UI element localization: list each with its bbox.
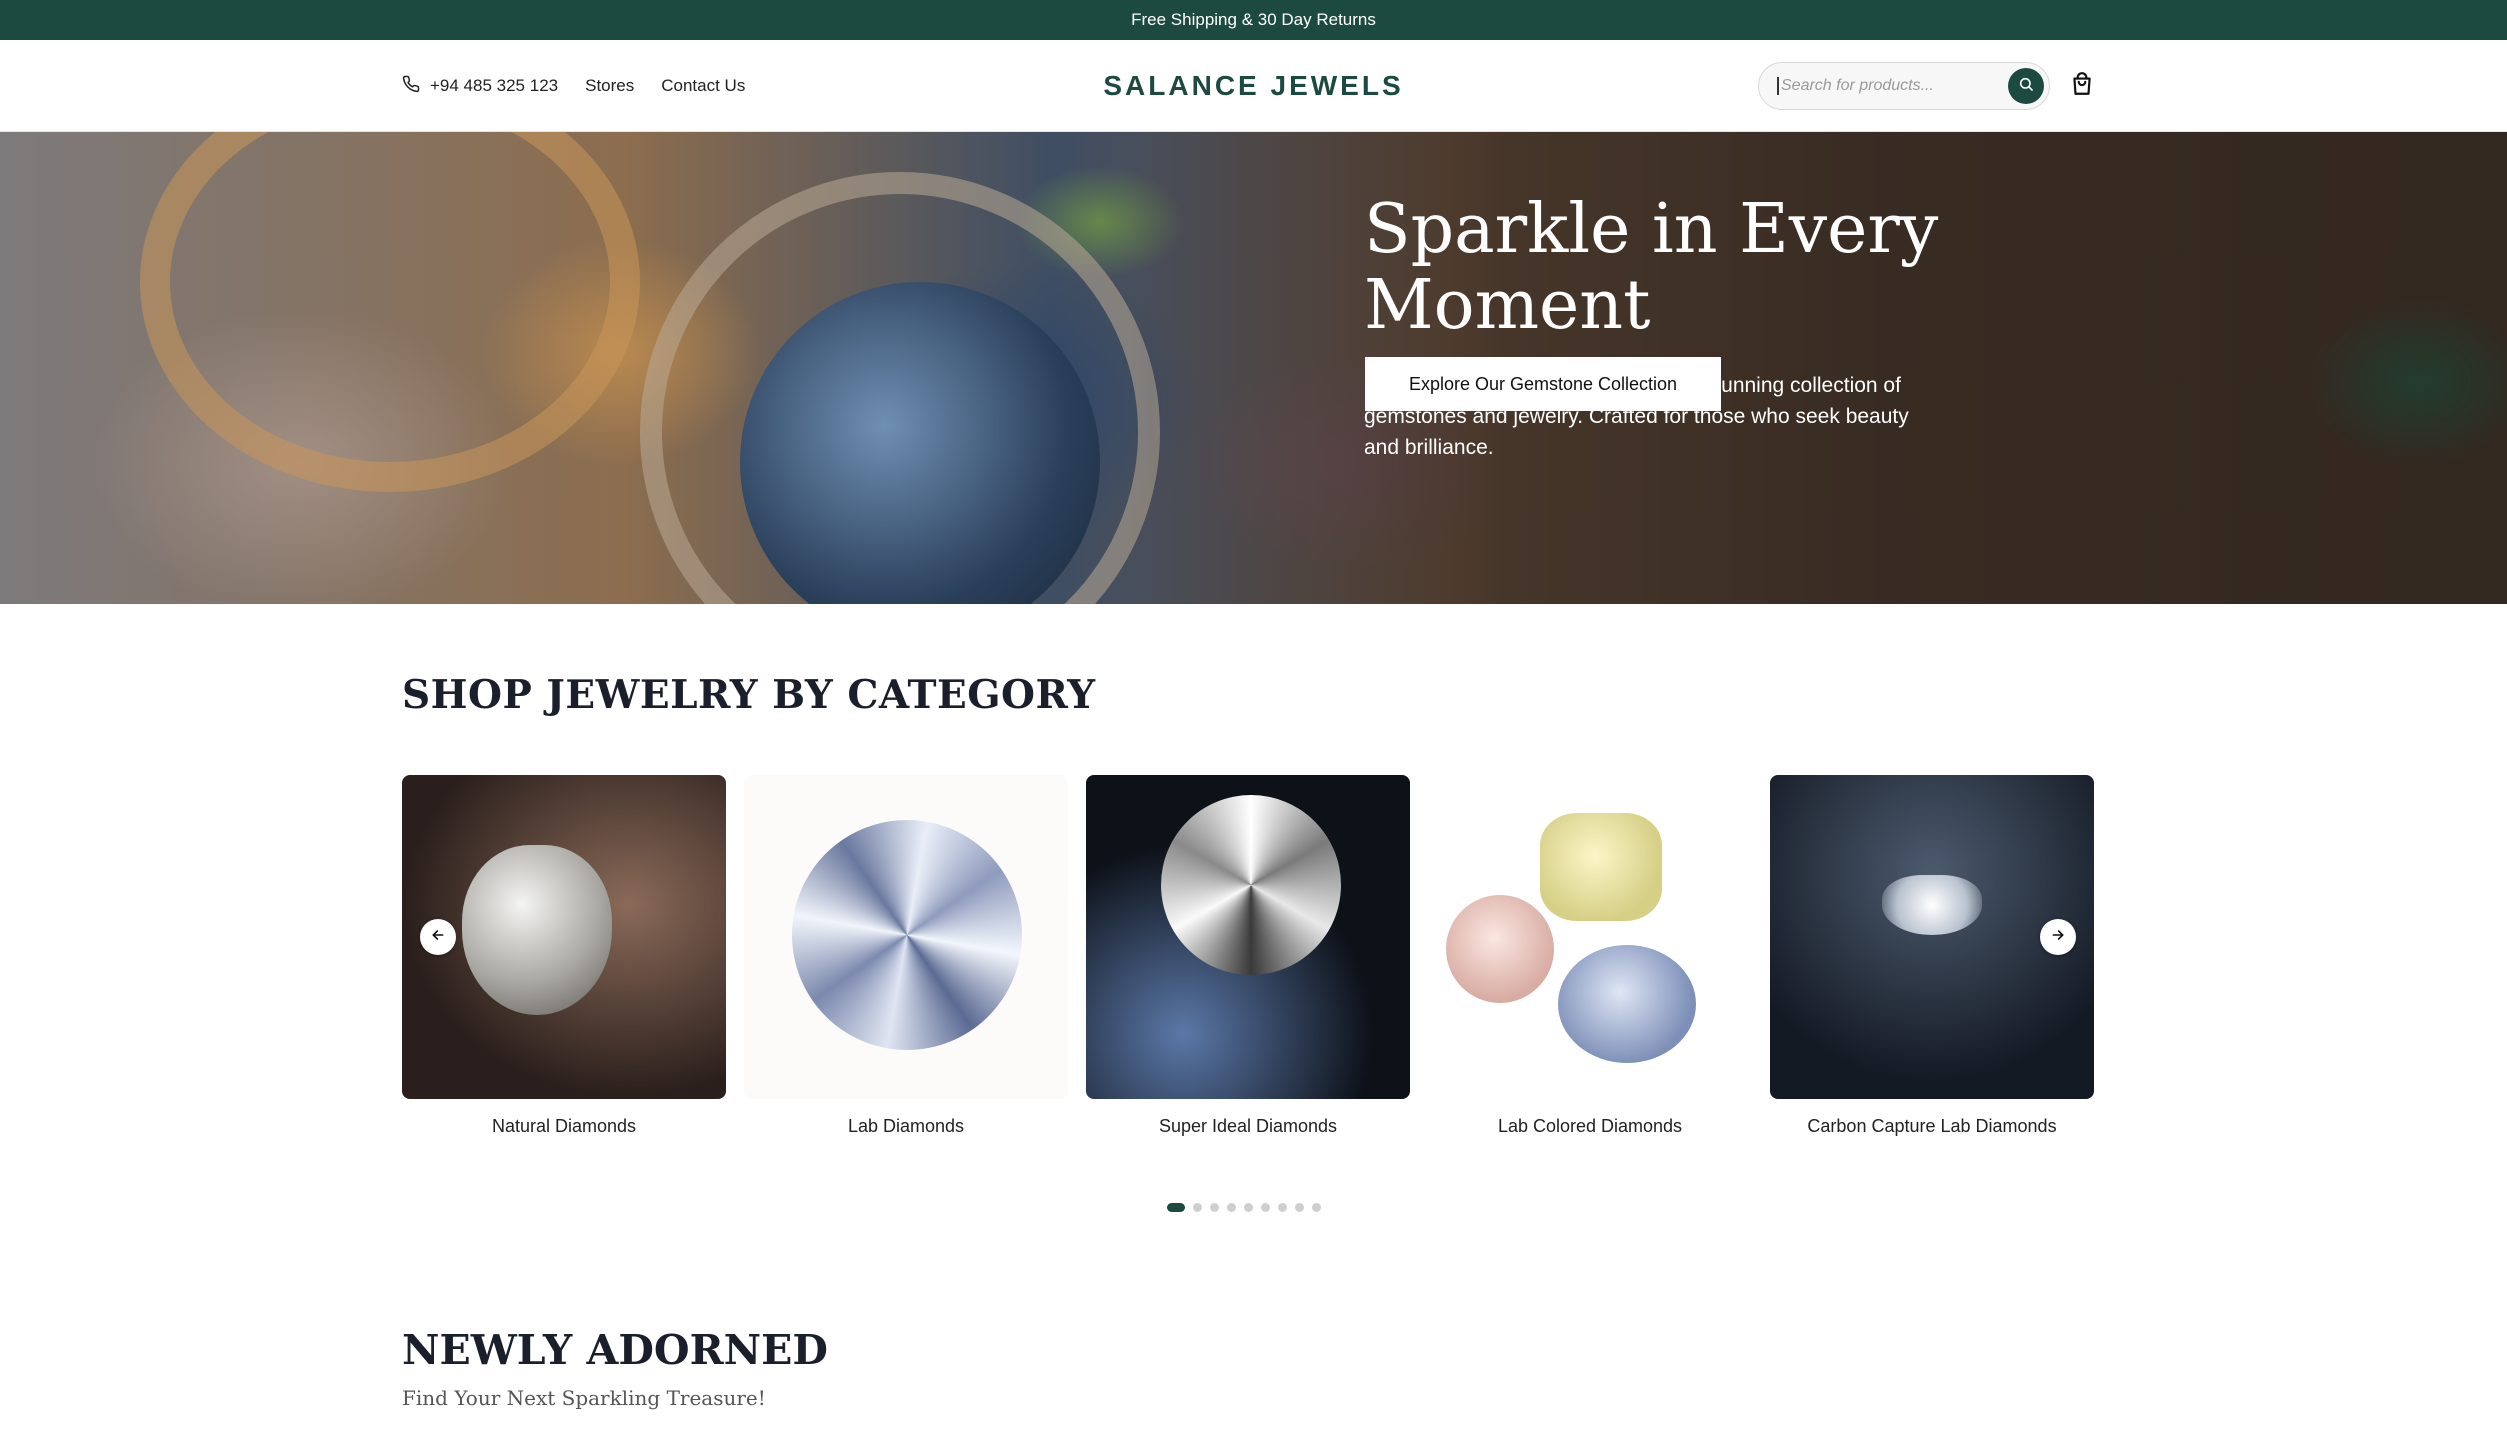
arrow-right-icon bbox=[2050, 927, 2066, 948]
pagination-dot-2[interactable] bbox=[1193, 1203, 1202, 1212]
hero-overlay bbox=[0, 132, 2507, 604]
category-card-lab-colored-diamonds[interactable]: Lab Colored Diamonds bbox=[1428, 775, 1752, 1137]
search-button[interactable] bbox=[2008, 68, 2044, 104]
search-input[interactable] bbox=[1777, 77, 1977, 95]
pagination-dot-6[interactable] bbox=[1261, 1203, 1270, 1212]
site-logo[interactable]: SALANCE JEWELS bbox=[1103, 70, 1403, 102]
search-icon bbox=[2018, 76, 2034, 97]
category-section-title: SHOP JEWELRY BY CATEGORY bbox=[402, 672, 1096, 718]
announcement-text: Free Shipping & 30 Day Returns bbox=[1131, 10, 1376, 29]
category-card-lab-diamonds[interactable]: Lab Diamonds bbox=[744, 775, 1068, 1137]
newly-adorned-title: NEWLY ADORNED bbox=[402, 1326, 828, 1374]
header-nav: +94 485 325 123 Stores Contact Us bbox=[402, 40, 745, 132]
diamond-shape bbox=[792, 820, 1022, 1050]
cart-button[interactable] bbox=[2066, 70, 2098, 102]
explore-collection-button[interactable]: Explore Our Gemstone Collection bbox=[1365, 357, 1721, 411]
category-image bbox=[1086, 775, 1410, 1099]
arrow-left-icon bbox=[430, 927, 446, 948]
diamond-shape bbox=[462, 845, 612, 1015]
diamond-shape bbox=[1882, 875, 1982, 935]
pagination-dot-3[interactable] bbox=[1210, 1203, 1219, 1212]
logo-wrap: SALANCE JEWELS bbox=[0, 40, 2507, 132]
carousel-pagination bbox=[1167, 1203, 1321, 1212]
pagination-dot-8[interactable] bbox=[1295, 1203, 1304, 1212]
category-label: Lab Colored Diamonds bbox=[1497, 1116, 1683, 1136]
category-card-super-ideal-diamonds[interactable]: Super Ideal Diamonds bbox=[1086, 775, 1410, 1137]
nav-contact-us[interactable]: Contact Us bbox=[661, 76, 745, 96]
category-image bbox=[1428, 775, 1752, 1099]
nav-stores[interactable]: Stores bbox=[585, 76, 634, 96]
announcement-bar: Free Shipping & 30 Day Returns bbox=[0, 0, 2507, 40]
category-label: Lab Diamonds bbox=[847, 1116, 965, 1136]
carousel-next-button[interactable] bbox=[2040, 919, 2076, 955]
pagination-dot-7[interactable] bbox=[1278, 1203, 1287, 1212]
pagination-dot-1[interactable] bbox=[1167, 1203, 1185, 1212]
newly-adorned-subtitle: Find Your Next Sparkling Treasure! bbox=[402, 1386, 766, 1410]
site-header: +94 485 325 123 Stores Contact Us SALANC… bbox=[0, 40, 2507, 132]
hero-title: Sparkle in Every Moment bbox=[1364, 190, 1939, 345]
category-label: Natural Diamonds bbox=[491, 1116, 637, 1136]
category-image bbox=[744, 775, 1068, 1099]
hero-banner: Sparkle in Every Moment Discover timeles… bbox=[0, 132, 2507, 604]
phone-link[interactable]: +94 485 325 123 bbox=[402, 75, 558, 98]
diamond-shape bbox=[1161, 795, 1341, 975]
phone-icon bbox=[402, 75, 420, 98]
pagination-dot-5[interactable] bbox=[1244, 1203, 1253, 1212]
carousel-prev-button[interactable] bbox=[420, 919, 456, 955]
category-card-natural-diamonds[interactable]: Natural Diamonds bbox=[402, 775, 726, 1137]
category-carousel: Natural Diamonds Lab Diamonds Super Idea… bbox=[402, 775, 2094, 1145]
category-label: Carbon Capture Lab Diamonds bbox=[1807, 1116, 2057, 1136]
blue-diamond-shape bbox=[1558, 945, 1696, 1063]
phone-number: +94 485 325 123 bbox=[430, 76, 559, 95]
category-card-carbon-capture-lab-diamonds[interactable]: Carbon Capture Lab Diamonds bbox=[1770, 775, 2094, 1137]
yellow-diamond-shape bbox=[1540, 813, 1662, 921]
pagination-dot-9[interactable] bbox=[1312, 1203, 1321, 1212]
search-box bbox=[1758, 62, 2050, 110]
pagination-dot-4[interactable] bbox=[1227, 1203, 1236, 1212]
shopping-bag-icon bbox=[2069, 71, 2095, 102]
category-label: Super Ideal Diamonds bbox=[1158, 1116, 1338, 1136]
hero-text: Sparkle in Every Moment Discover timeles… bbox=[1364, 192, 1944, 463]
pink-diamond-shape bbox=[1446, 895, 1554, 1003]
